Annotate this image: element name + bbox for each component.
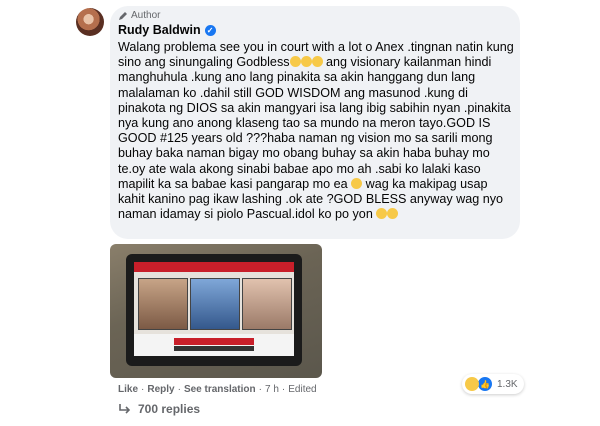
comment-text-part-2: ang visionary kailanman hindi manghuhula… [118, 55, 511, 191]
smile-emoji-icon [300, 56, 312, 68]
smile-emoji-icon [351, 177, 363, 189]
video-panel-center [190, 278, 240, 330]
video-panel-left [138, 278, 188, 330]
like-reaction-icon: 👍 [477, 376, 493, 392]
smile-emoji-icon [387, 208, 399, 220]
replies-count-label: 700 replies [138, 402, 201, 416]
smile-emoji-icon [311, 56, 323, 68]
author-badge-label: Author [131, 10, 161, 21]
video-panel-right [242, 278, 292, 330]
commenter-name[interactable]: Rudy Baldwin [118, 23, 201, 37]
reaction-count: 1.3K [497, 378, 518, 390]
separator: · [177, 384, 181, 395]
edited-label: Edited [288, 384, 317, 395]
verified-badge-icon: ✓ [204, 24, 216, 36]
author-avatar[interactable] [76, 8, 104, 36]
comment-bubble: Author Rudy Baldwin ✓ Walang problema se… [110, 6, 520, 239]
laptop-image [126, 254, 302, 366]
separator: · [258, 384, 262, 395]
comment-photo-attachment[interactable] [110, 244, 322, 378]
like-button[interactable]: Like [118, 384, 138, 395]
reactions-summary[interactable]: 👍 1.3K [462, 374, 524, 394]
comment-text: Walang problema see you in court with a … [118, 40, 516, 222]
timestamp-link[interactable]: 7 h [265, 384, 279, 395]
pen-icon [119, 11, 127, 20]
view-replies-link[interactable]: 700 replies [118, 402, 200, 416]
see-translation-link[interactable]: See translation [184, 384, 256, 395]
smile-emoji-icon [289, 56, 301, 68]
separator: · [281, 384, 286, 395]
reply-arrow-icon [119, 404, 131, 414]
separator: · [141, 384, 145, 395]
author-badge: Author [118, 10, 160, 21]
reply-button[interactable]: Reply [147, 384, 174, 395]
haha-reaction-icon [465, 377, 479, 391]
smile-emoji-icon [376, 208, 388, 220]
comment-actions: Like · Reply · See translation · 7 h · E… [118, 384, 317, 395]
tv-broadcast-screen [134, 262, 294, 356]
